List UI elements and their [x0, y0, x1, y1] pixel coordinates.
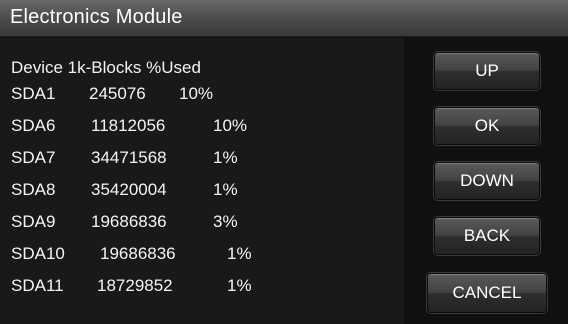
up-button-label: UP — [475, 61, 499, 80]
used-cell: 1% — [227, 276, 252, 295]
table-row: SDA9 19686836 3% — [11, 212, 401, 234]
device-cell: SDA10 — [11, 244, 65, 263]
used-cell: 1% — [213, 180, 238, 199]
blocks-cell: 35420004 — [91, 180, 167, 199]
disk-usage-panel: Device 1k-Blocks %Used SDA1 245076 10% S… — [0, 38, 404, 324]
blocks-cell: 34471568 — [91, 148, 167, 167]
down-button[interactable]: DOWN — [434, 162, 540, 200]
table-row: SDA6 11812056 10% — [11, 116, 401, 138]
cancel-button[interactable]: CANCEL — [427, 273, 547, 313]
blocks-cell: 19686836 — [100, 244, 176, 263]
device-cell: SDA7 — [11, 148, 56, 167]
used-cell: 10% — [213, 116, 248, 135]
used-cell: 3% — [213, 212, 238, 231]
device-cell: SDA6 — [11, 116, 56, 135]
used-cell: 1% — [213, 148, 238, 167]
used-cell: 10% — [179, 84, 214, 103]
electronics-module-screen: Electronics Module Device 1k-Blocks %Use… — [0, 0, 568, 324]
table-row: SDA11 18729852 1% — [11, 276, 401, 298]
ok-button[interactable]: OK — [434, 107, 540, 145]
page-title: Electronics Module — [10, 6, 183, 28]
device-cell: SDA8 — [11, 180, 56, 199]
device-cell: SDA9 — [11, 212, 56, 231]
blocks-cell: 245076 — [89, 84, 146, 103]
used-cell: 1% — [227, 244, 252, 263]
back-button-label: BACK — [463, 226, 511, 245]
ok-button-label: OK — [474, 116, 500, 135]
down-button-label: DOWN — [460, 171, 514, 190]
table-row: SDA7 34471568 1% — [11, 148, 401, 170]
up-button[interactable]: UP — [434, 52, 540, 90]
table-header: Device 1k-Blocks %Used — [11, 58, 201, 77]
table-row: SDA8 35420004 1% — [11, 180, 401, 202]
device-cell: SDA11 — [11, 276, 64, 295]
cancel-button-label: CANCEL — [452, 283, 522, 302]
table-row: SDA10 19686836 1% — [11, 244, 401, 266]
blocks-cell: 19686836 — [91, 212, 167, 231]
back-button[interactable]: BACK — [434, 217, 540, 255]
device-cell: SDA1 — [11, 84, 56, 103]
title-bar: Electronics Module — [0, 0, 568, 37]
blocks-cell: 18729852 — [97, 276, 173, 295]
blocks-cell: 11812056 — [91, 116, 166, 135]
table-row: SDA1 245076 10% — [11, 84, 401, 106]
